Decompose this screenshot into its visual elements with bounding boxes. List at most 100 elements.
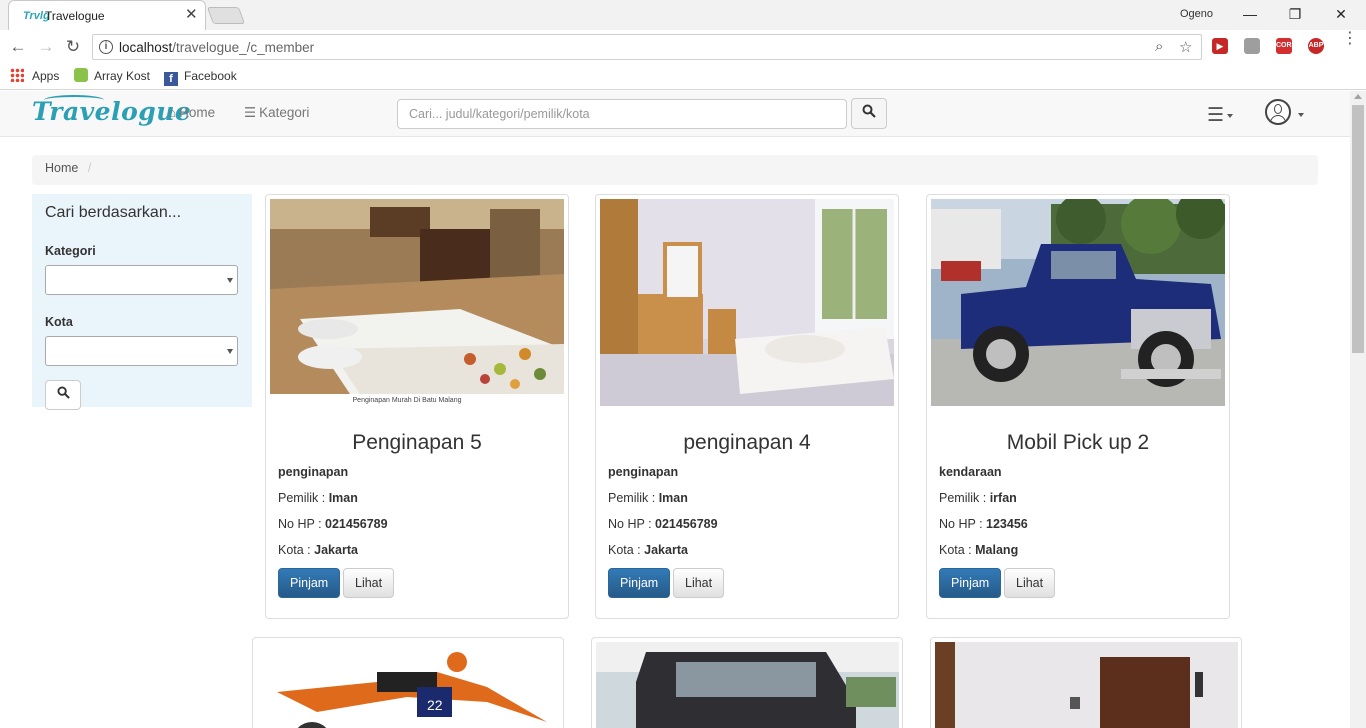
listing-image xyxy=(931,199,1225,406)
breadcrumb-home[interactable]: Home xyxy=(45,161,78,175)
search-button[interactable] xyxy=(851,98,887,129)
listing-card: penginapan 4 penginapan Pemilik : Iman N… xyxy=(595,194,899,619)
search-icon xyxy=(862,104,876,118)
listing-owner: Pemilik : irfan xyxy=(939,491,1017,505)
nav-home[interactable]: ⌂ Home xyxy=(168,105,215,120)
back-icon[interactable]: ← xyxy=(8,37,28,57)
minimize-icon[interactable]: — xyxy=(1232,4,1268,24)
listing-card xyxy=(930,637,1242,728)
breadcrumb-separator: / xyxy=(87,161,92,175)
chevron-down-icon xyxy=(227,349,233,354)
bookmark-star-icon[interactable]: ☆ xyxy=(1179,38,1192,56)
menu-dropdown[interactable]: ☰ xyxy=(1207,104,1234,127)
avatar-caret-icon[interactable] xyxy=(1298,113,1304,117)
bookmark-facebook[interactable]: f Facebook xyxy=(164,68,237,86)
filter-search-button[interactable] xyxy=(45,380,81,410)
avatar-head xyxy=(1274,104,1282,114)
pinjam-button[interactable]: Pinjam xyxy=(939,568,1002,598)
brand-swoosh xyxy=(44,95,104,105)
nav-kategori[interactable]: ☰ Kategori xyxy=(244,105,309,121)
breadcrumb: Home / xyxy=(32,155,1318,185)
listing-category: kendaraan xyxy=(939,465,1002,479)
bookmark-apps[interactable]: Apps xyxy=(10,68,59,86)
listing-card: Mobil Pick up 2 kendaraan Pemilik : irfa… xyxy=(926,194,1230,619)
cors-extension-icon[interactable]: CORS xyxy=(1276,38,1296,54)
home-icon: ⌂ xyxy=(168,105,177,120)
facebook-icon: f xyxy=(164,72,178,86)
caret-icon xyxy=(1227,113,1234,118)
kota-label: Kota xyxy=(45,315,73,329)
browser-tabstrip: Trvlg Travelogue ✕ Ogeno — ❐ ✕ xyxy=(0,0,1366,30)
lihat-button[interactable]: Lihat xyxy=(343,568,395,598)
address-bar[interactable]: i localhost/travelogue_/c_member ⌕ ☆ xyxy=(92,34,1202,60)
apps-grid-icon xyxy=(10,68,24,82)
listing-city: Kota : Jakarta xyxy=(278,543,358,557)
listing-card: Penginapan Murah Di Batu Malang Penginap… xyxy=(265,194,569,619)
listing-phone: No HP : 123456 xyxy=(939,517,1028,531)
listing-city: Kota : Malang xyxy=(939,543,1019,557)
site-info-icon[interactable]: i xyxy=(99,40,113,54)
pinjam-button[interactable]: Pinjam xyxy=(278,568,341,598)
list-icon: ☰ xyxy=(244,105,257,120)
lihat-button[interactable]: Lihat xyxy=(1004,568,1056,598)
extension-icon[interactable] xyxy=(1244,38,1260,54)
kategori-select[interactable] xyxy=(45,265,238,295)
listing-image: 22 xyxy=(257,642,560,728)
zoom-icon[interactable]: ⌕ xyxy=(1155,38,1163,55)
listing-owner: Pemilik : Iman xyxy=(278,491,358,505)
page: Travelogue ⌂ Home ☰ Kategori Cari... judul… xyxy=(0,91,1350,728)
search-input[interactable]: Cari... judul/kategori/pemilik/kota xyxy=(397,99,847,129)
bookmark-array-kost[interactable]: Array Kost xyxy=(74,68,150,86)
bookmark-label: Facebook xyxy=(184,69,237,83)
listing-image xyxy=(600,199,894,406)
browser-menu-icon[interactable]: ⋮ xyxy=(1342,31,1358,47)
tab-favicon-icon: Trvlg xyxy=(23,10,50,22)
listing-card: 22 xyxy=(252,637,564,728)
filter-sidebar: Cari berdasarkan... Kategori Kota xyxy=(32,194,252,410)
listing-image xyxy=(935,642,1238,728)
scroll-thumb[interactable] xyxy=(1352,105,1364,353)
listing-category: penginapan xyxy=(608,465,679,479)
kota-select[interactable] xyxy=(45,336,238,366)
lihat-button[interactable]: Lihat xyxy=(673,568,725,598)
array-kost-icon xyxy=(74,68,88,82)
tab-title: Travelogue xyxy=(45,9,105,23)
extension-icon[interactable]: ▶ xyxy=(1212,38,1228,54)
bookmark-label: Array Kost xyxy=(94,69,151,83)
url-text[interactable]: localhost/travelogue_/c_member xyxy=(119,40,314,55)
listing-title[interactable]: Mobil Pick up 2 xyxy=(927,431,1229,455)
chevron-down-icon xyxy=(227,278,233,283)
listing-phone: No HP : 021456789 xyxy=(608,517,718,531)
user-avatar[interactable] xyxy=(1265,99,1291,125)
listing-phone: No HP : 021456789 xyxy=(278,517,388,531)
tab-close-icon[interactable]: ✕ xyxy=(185,7,198,23)
scroll-up-icon[interactable] xyxy=(1354,94,1362,99)
kategori-label: Kategori xyxy=(45,244,96,258)
new-tab-button[interactable] xyxy=(206,7,246,24)
listing-title[interactable]: Penginapan 5 xyxy=(266,431,568,455)
svg-text:22: 22 xyxy=(427,697,443,713)
listing-title[interactable]: penginapan 4 xyxy=(596,431,898,455)
profile-name[interactable]: Ogeno xyxy=(1180,8,1213,20)
list-menu-icon: ☰ xyxy=(1207,105,1225,126)
avatar-body xyxy=(1270,115,1286,123)
adblock-extension-icon[interactable]: ABP xyxy=(1308,38,1324,54)
reload-icon[interactable]: ↻ xyxy=(63,37,83,57)
bookmark-label: Apps xyxy=(32,69,60,83)
pinjam-button[interactable]: Pinjam xyxy=(608,568,671,598)
page-scrollbar[interactable] xyxy=(1350,91,1366,728)
browser-toolbar: ← → ↻ i localhost/travelogue_/c_member ⌕… xyxy=(0,30,1366,64)
nav-home-label: Home xyxy=(179,105,216,120)
listing-card xyxy=(591,637,903,728)
listing-image: Penginapan Murah Di Batu Malang xyxy=(270,199,564,406)
close-window-icon[interactable]: ✕ xyxy=(1323,4,1359,24)
forward-icon[interactable]: → xyxy=(36,37,56,57)
listing-category: penginapan xyxy=(278,465,349,479)
listing-city: Kota : Jakarta xyxy=(608,543,688,557)
browser-tab[interactable]: Trvlg Travelogue ✕ xyxy=(8,0,206,30)
nav-kategori-label: Kategori xyxy=(259,105,310,120)
restore-icon[interactable]: ❐ xyxy=(1277,4,1313,24)
sidebar-title: Cari berdasarkan... xyxy=(45,204,182,221)
listing-owner: Pemilik : Iman xyxy=(608,491,688,505)
svg-text:Penginapan Murah Di Batu Malan: Penginapan Murah Di Batu Malang xyxy=(353,397,462,404)
